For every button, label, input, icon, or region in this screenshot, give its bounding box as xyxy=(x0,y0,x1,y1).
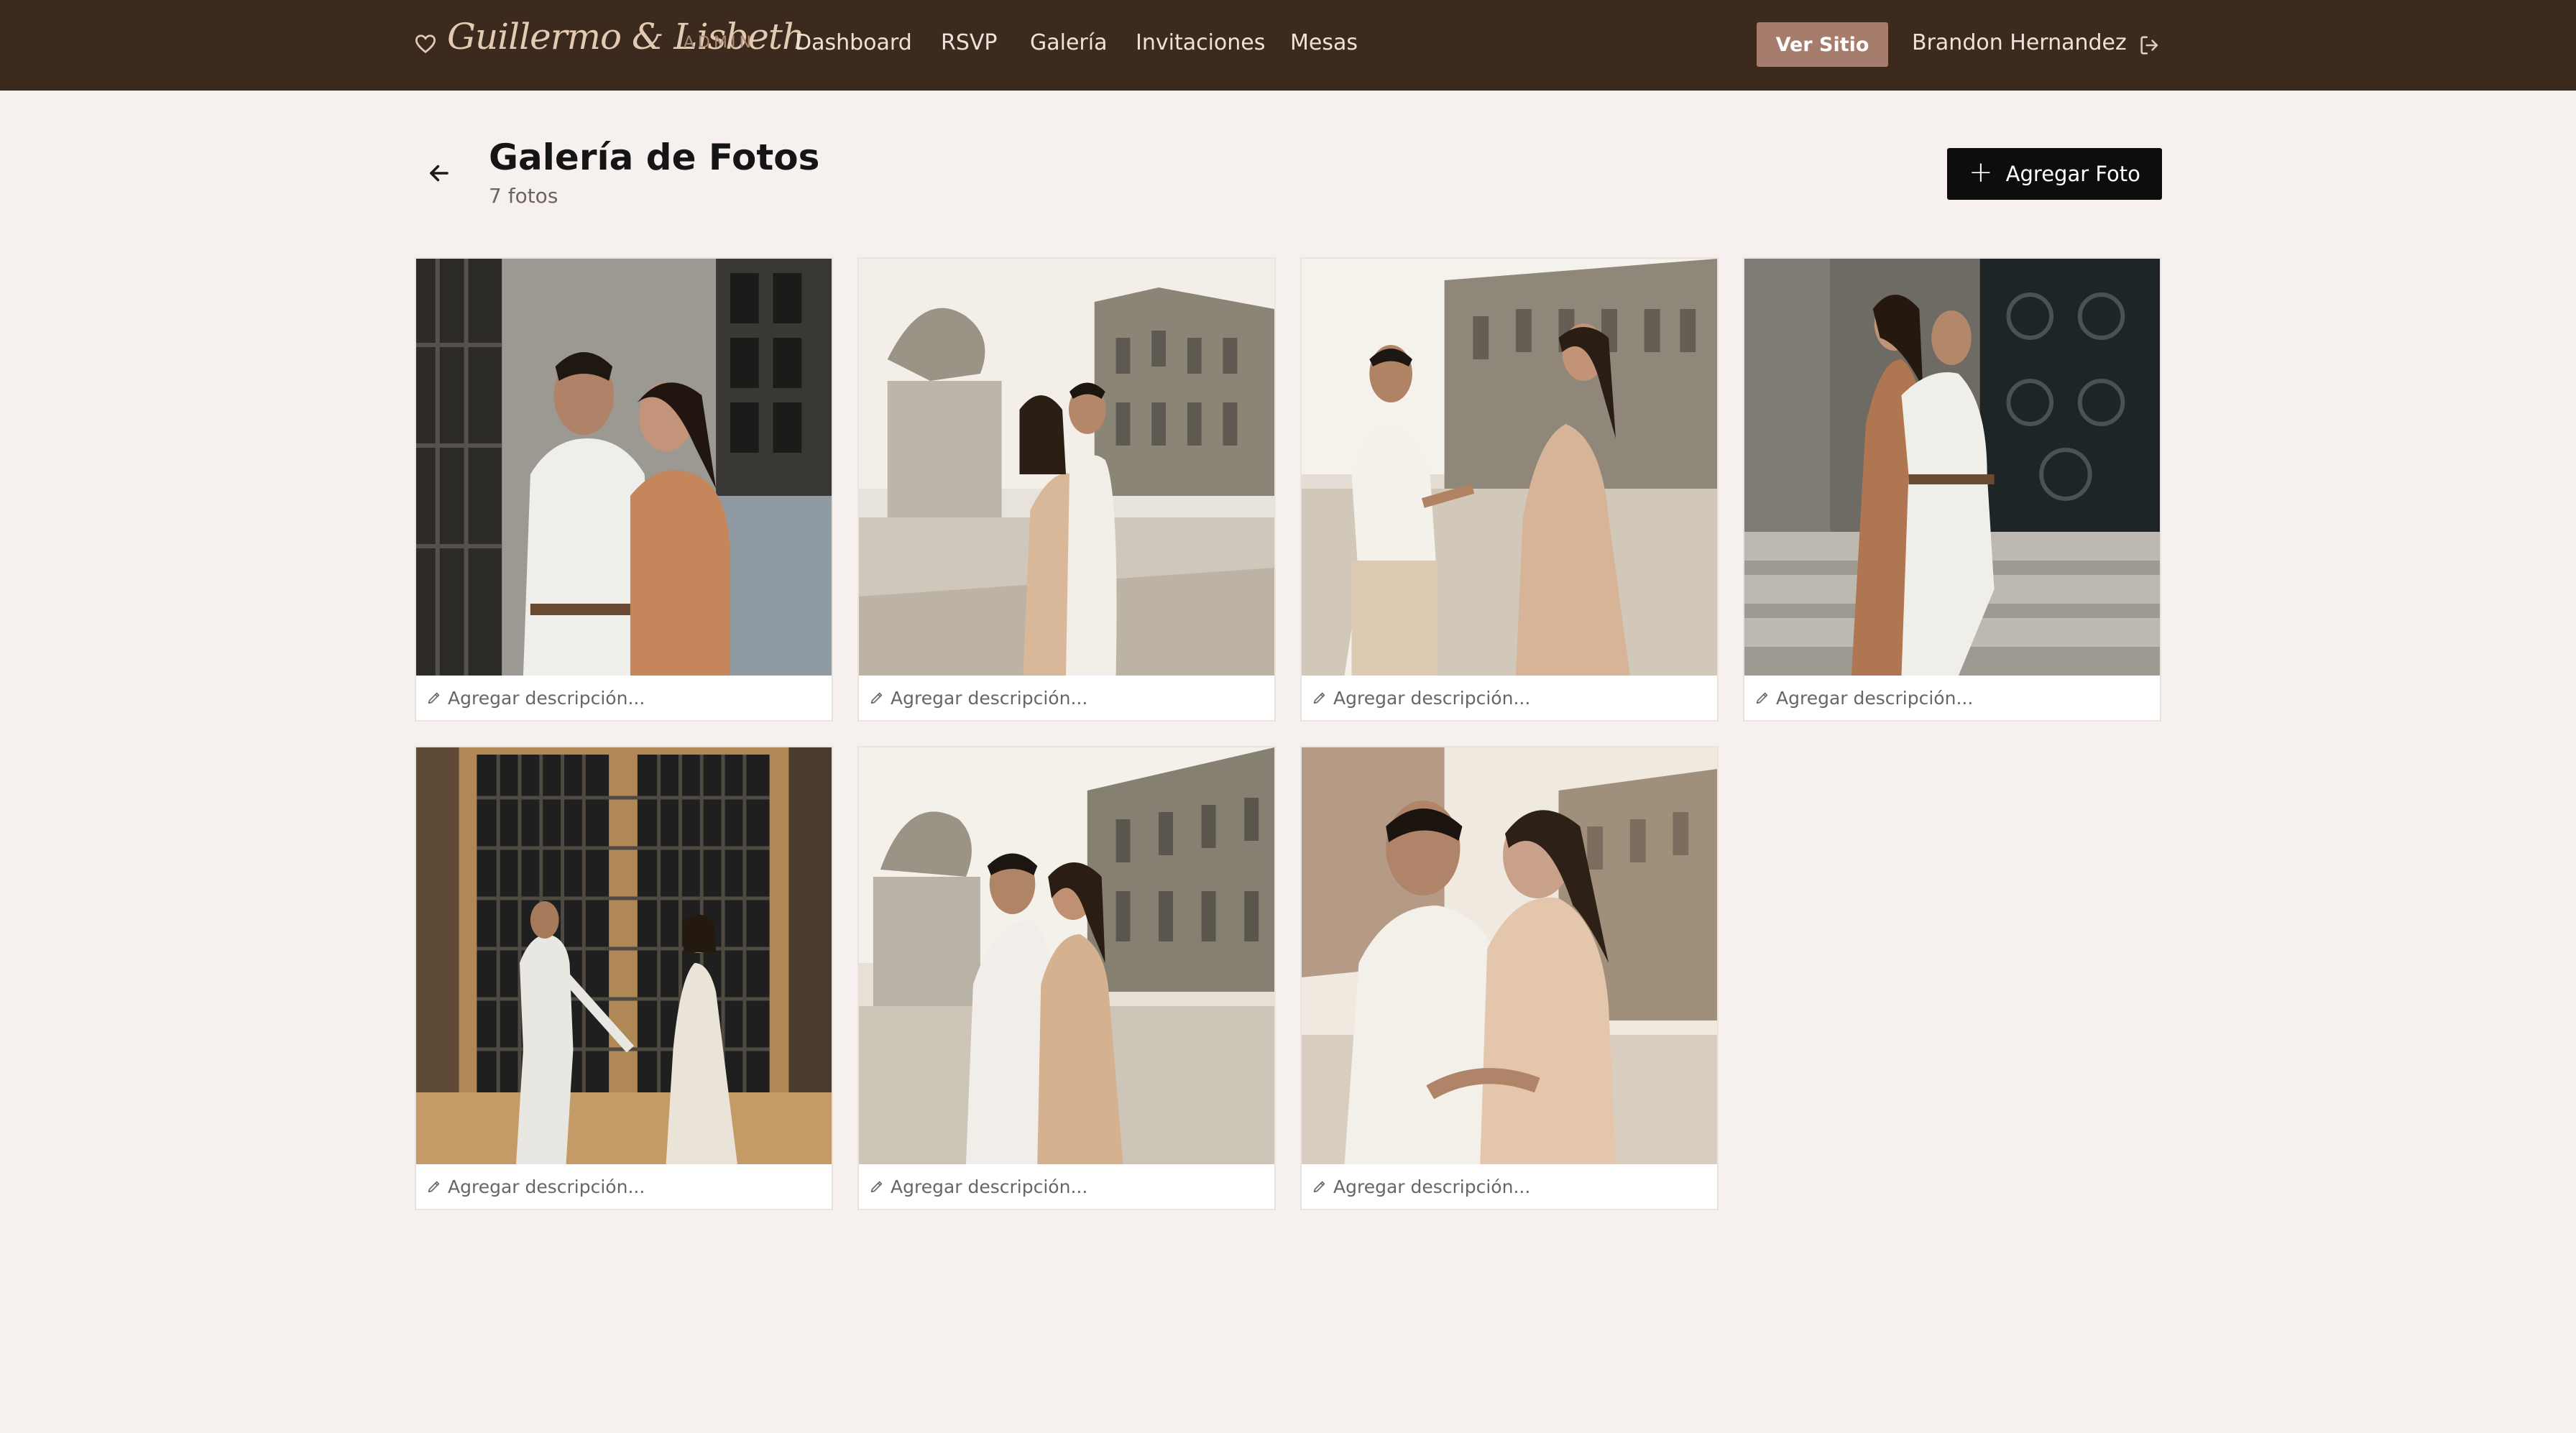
description-placeholder: Agregar descripción... xyxy=(448,687,645,709)
photo-card: Agregar descripción... xyxy=(1300,257,1719,722)
photo-card: Agregar descripción... xyxy=(857,746,1276,1210)
nav-item-invitaciones[interactable]: Invitaciones xyxy=(1136,30,1265,55)
plus-icon: + xyxy=(1969,156,1993,189)
pencil-icon xyxy=(1313,692,1325,704)
photo-count: 7 fotos xyxy=(489,184,558,208)
description-placeholder: Agregar descripción... xyxy=(448,1176,645,1197)
add-photo-button[interactable]: + Agregar Foto xyxy=(1947,148,2162,200)
top-navigation-bar: Guillermo & Lisbeth ADMIN Dashboard RSVP… xyxy=(0,0,2576,91)
photo-card: Agregar descripción... xyxy=(857,257,1276,722)
add-description-field[interactable]: Agregar descripción... xyxy=(416,676,832,720)
pencil-icon xyxy=(870,1181,883,1193)
add-description-field[interactable]: Agregar descripción... xyxy=(1302,676,1717,720)
photo-image[interactable] xyxy=(1302,747,1717,1164)
nav-item-galeria[interactable]: Galería xyxy=(1030,30,1107,55)
add-description-field[interactable]: Agregar descripción... xyxy=(1744,676,2160,720)
add-description-field[interactable]: Agregar descripción... xyxy=(1302,1164,1717,1209)
photo-image[interactable] xyxy=(859,747,1274,1164)
photo-image[interactable] xyxy=(859,259,1274,676)
heart-icon xyxy=(415,34,436,54)
user-name: Brandon Hernandez xyxy=(1912,30,2127,55)
pencil-icon xyxy=(1313,1181,1325,1193)
nav-item-rsvp[interactable]: RSVP xyxy=(941,30,998,55)
description-placeholder: Agregar descripción... xyxy=(1333,687,1531,709)
nav-item-mesas[interactable]: Mesas xyxy=(1290,30,1358,55)
add-description-field[interactable]: Agregar descripción... xyxy=(416,1164,832,1209)
photo-card: Agregar descripción... xyxy=(415,746,833,1210)
logout-icon[interactable] xyxy=(2138,33,2162,57)
view-site-button[interactable]: Ver Sitio xyxy=(1757,22,1888,67)
description-placeholder: Agregar descripción... xyxy=(891,687,1088,709)
photo-image[interactable] xyxy=(1302,259,1717,676)
add-description-field[interactable]: Agregar descripción... xyxy=(859,1164,1274,1209)
pencil-icon xyxy=(870,692,883,704)
photo-image[interactable] xyxy=(416,259,832,676)
photo-card: Agregar descripción... xyxy=(1743,257,2161,722)
page-title: Galería de Fotos xyxy=(489,137,820,178)
pencil-icon xyxy=(428,1181,440,1193)
photo-image[interactable] xyxy=(416,747,832,1164)
photo-image[interactable] xyxy=(1744,259,2160,676)
add-description-field[interactable]: Agregar descripción... xyxy=(859,676,1274,720)
nav-item-dashboard[interactable]: Dashboard xyxy=(795,30,912,55)
description-placeholder: Agregar descripción... xyxy=(1776,687,1974,709)
arrow-left-icon[interactable] xyxy=(426,160,453,187)
description-placeholder: Agregar descripción... xyxy=(1333,1176,1531,1197)
pencil-icon xyxy=(428,692,440,704)
photo-grid: Agregar descripción... Agregar descripci… xyxy=(415,257,2161,1210)
photo-card: Agregar descripción... xyxy=(1300,746,1719,1210)
description-placeholder: Agregar descripción... xyxy=(891,1176,1088,1197)
add-photo-label: Agregar Foto xyxy=(2005,162,2140,186)
photo-card: Agregar descripción... xyxy=(415,257,833,722)
admin-badge: ADMIN xyxy=(684,34,755,52)
pencil-icon xyxy=(1756,692,1768,704)
